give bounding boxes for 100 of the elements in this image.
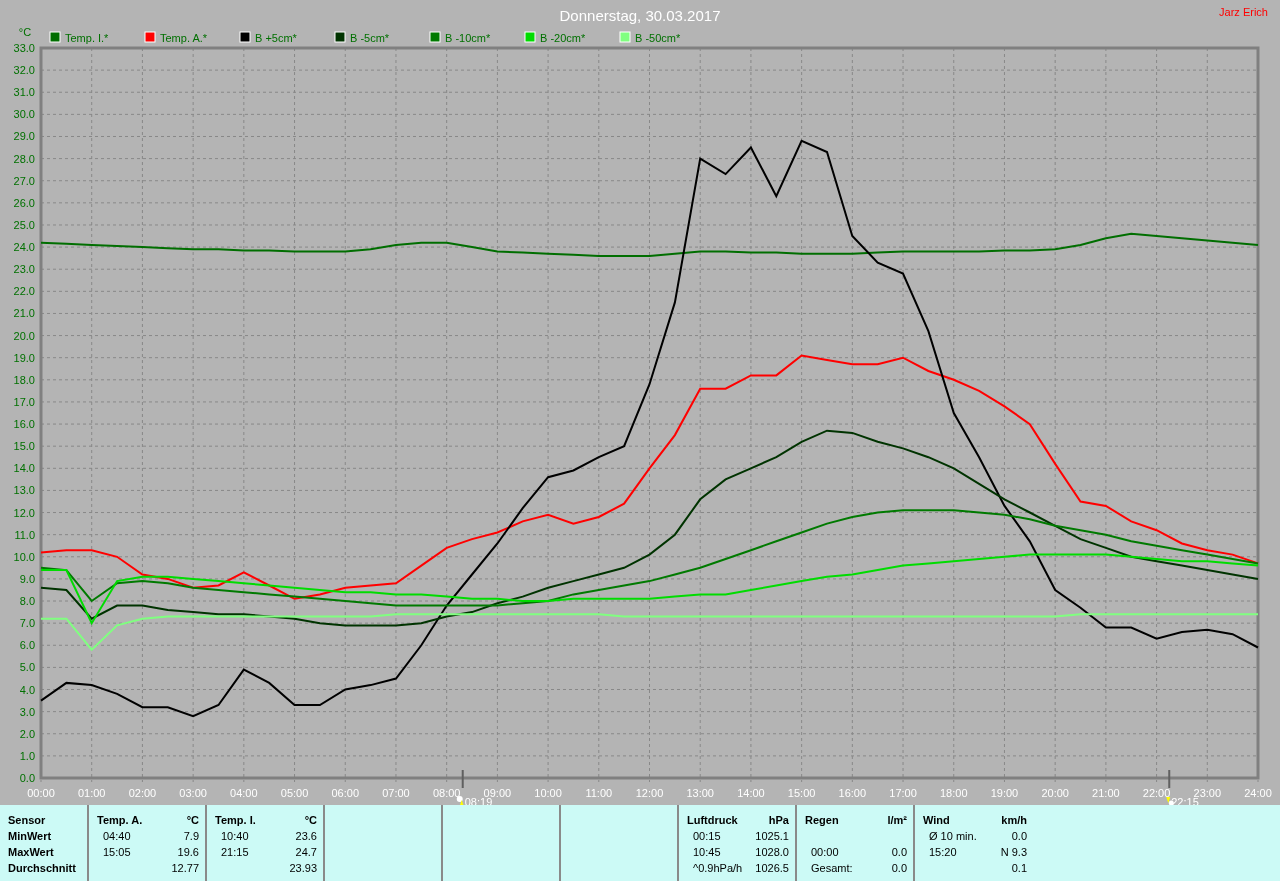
table-cell-text: 19.6: [177, 845, 199, 860]
table-cell-text: N 9.3: [1000, 845, 1027, 860]
table-cell-text: 0.0: [891, 845, 907, 860]
y-tick-label: 28.0: [13, 152, 35, 165]
y-tick-label: 21.0: [13, 307, 35, 320]
x-tick-label: 06:00: [331, 787, 359, 799]
x-tick-label: 18:00: [940, 787, 968, 799]
y-tick-label: 9.0: [19, 572, 35, 585]
x-tick-label: 11:00: [585, 787, 613, 799]
table-cell-text: 0.1: [1011, 861, 1027, 876]
y-tick-label: 24.0: [13, 241, 35, 254]
legend-label: B -50cm*: [635, 32, 681, 44]
column-header: Luftdruck: [687, 813, 738, 828]
table-cell-text: 12.77: [171, 861, 199, 876]
legend-label: B -10cm*: [445, 32, 491, 44]
y-tick-label: 20.0: [13, 329, 35, 342]
unit-label: hPa: [768, 813, 789, 828]
legend-label: B +5cm*: [255, 32, 297, 44]
table-cell-text: 23.6: [295, 829, 317, 844]
x-tick-label: 02:00: [128, 787, 157, 799]
table-cell-text: 1025.1: [755, 829, 789, 844]
y-tick-label: 18.0: [13, 373, 35, 386]
table-cell-text: 24.7: [295, 845, 317, 860]
table-cell-text: 0.0: [1011, 829, 1027, 844]
x-tick-label: 09:00: [483, 787, 512, 799]
x-tick-label: 13:00: [686, 787, 714, 799]
y-tick-label: 16.0: [13, 418, 35, 431]
table-cell-text: ^0.9hPa/h: [692, 861, 743, 876]
x-tick-label: 23:00: [1193, 787, 1222, 799]
x-tick-label: 24:00: [1244, 787, 1272, 799]
x-tick-label: 20:00: [1041, 787, 1069, 799]
x-tick-label: 04:00: [230, 787, 258, 799]
y-tick-label: 5.0: [19, 661, 35, 674]
row-label: Durchschnitt: [8, 861, 76, 876]
table-cell-text: 7.9: [183, 829, 199, 844]
y-tick-label: 3.0: [19, 705, 35, 718]
y-tick-label: 27.0: [13, 174, 35, 187]
x-tick-label: 14:00: [737, 787, 765, 799]
row-label: MaxWert: [8, 845, 54, 860]
column-header: Temp. A.: [97, 813, 143, 828]
x-tick-label: 12:00: [635, 787, 664, 799]
table-cell-text: 1026.5: [755, 861, 789, 876]
y-tick-label: 33.0: [13, 42, 35, 54]
unit-label: km/h: [1001, 813, 1027, 828]
table-cell-text: 04:40: [102, 829, 131, 844]
y-tick-label: 12.0: [13, 506, 35, 519]
y-tick-label: 22.0: [13, 285, 35, 298]
table-cell-text: 0.0: [891, 861, 907, 876]
x-tick-label: 03:00: [179, 787, 207, 799]
x-tick-label: 05:00: [280, 787, 309, 799]
y-tick-label: 23.0: [13, 263, 35, 276]
table-cell-text: Ø 10 min.: [928, 829, 977, 844]
legend-label: Temp. I.*: [65, 32, 109, 44]
y-tick-label: 26.0: [13, 196, 35, 209]
y-tick-label: 8.0: [19, 595, 35, 608]
unit-label: °C: [186, 813, 199, 828]
y-tick-label: 10.0: [13, 550, 35, 563]
x-tick-label: 17:00: [889, 787, 917, 799]
x-tick-label: 07:00: [382, 787, 410, 799]
y-tick-label: 2.0: [19, 727, 35, 740]
chart-title: Donnerstag, 30.03.2017: [559, 7, 721, 24]
x-tick-label: 16:00: [838, 787, 867, 799]
column-header: Wind: [923, 813, 950, 828]
y-tick-label: 32.0: [13, 64, 35, 77]
table-cell-text: 10:40: [220, 829, 249, 844]
x-tick-label: 21:00: [1092, 787, 1120, 799]
table-cell-text: 1028.0: [755, 845, 789, 860]
row-label: Sensor: [8, 813, 46, 828]
x-tick-label: 15:00: [787, 787, 816, 799]
table-cell-text: 10:45: [692, 845, 721, 860]
y-tick-label: 19.0: [13, 351, 35, 364]
x-tick-label: 19:00: [990, 787, 1019, 799]
y-tick-label: 7.0: [19, 617, 35, 630]
legend-label: B -5cm*: [350, 32, 390, 44]
y-tick-label: 31.0: [13, 86, 35, 99]
table-cell-text: 21:15: [220, 845, 249, 860]
x-tick-label: 01:00: [77, 787, 106, 799]
y-tick-label: 29.0: [13, 130, 35, 143]
table-cell-text: 15:20: [928, 845, 957, 860]
y-tick-label: 15.0: [13, 440, 35, 453]
x-tick-label: 00:00: [27, 787, 55, 799]
table-cell-text: 23.93: [289, 861, 317, 876]
y-tick-label: 1.0: [19, 749, 35, 762]
table-cell-text: Gesamt:: [810, 861, 853, 876]
author-name: Jarz Erich: [1219, 6, 1268, 18]
column-header: Temp. I.: [215, 813, 256, 828]
y-tick-label: 4.0: [19, 683, 35, 696]
legend-label: B -20cm*: [540, 32, 586, 44]
y-axis-label: °C: [18, 26, 32, 38]
unit-label: l/m²: [887, 813, 907, 828]
x-tick-label: 10:00: [534, 787, 562, 799]
arrow-up-icon: [456, 796, 464, 805]
y-tick-label: 25.0: [13, 218, 35, 231]
column-header: Regen: [805, 813, 839, 828]
table-cell-text: 15:05: [102, 845, 131, 860]
arrow-down-icon: [1166, 797, 1174, 805]
y-tick-label: 11.0: [14, 528, 35, 541]
y-tick-label: 17.0: [13, 395, 35, 408]
y-tick-label: 6.0: [19, 639, 35, 652]
unit-label: °C: [304, 813, 317, 828]
